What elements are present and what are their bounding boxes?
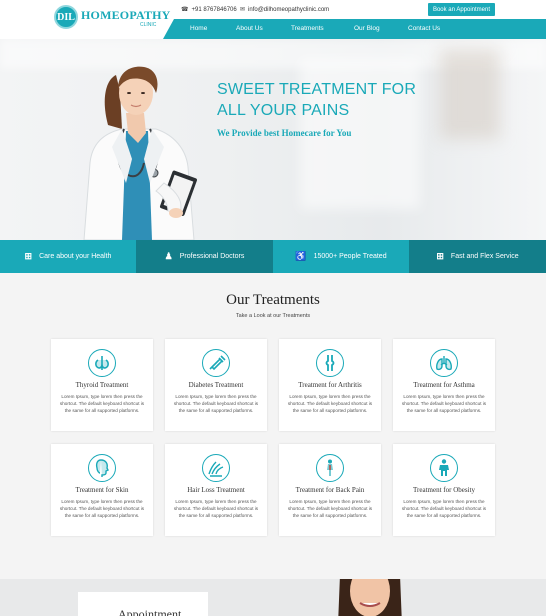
card-description: Lorem Ipsum, type lorem then press the s… [59,499,145,518]
section-title: Our Treatments [226,292,320,308]
hair-icon [202,454,230,482]
site-header: DIL HOMEOPATHY CLINIC ☎ +91 8767846706 ✉… [0,0,546,39]
receptionist-image [338,579,402,616]
card-title: Treatment for Arthritis [298,381,362,389]
card-title: Thyroid Treatment [75,381,129,389]
card-description: Lorem Ipsum, type lorem then press the s… [173,394,259,413]
card-title: Treatment for Back Pain [295,486,365,494]
card-title: Diabetes Treatment [188,381,244,389]
phone-contact[interactable]: ☎ +91 8767846706 [181,6,237,14]
card-title: Treatment for Skin [75,486,129,494]
logo-badge: DIL [54,5,78,29]
appointment-section: Appointment [0,579,546,616]
feature-people-treated[interactable]: ♿ 15000+ People Treated [273,240,409,273]
card-description: Lorem Ipsum, type lorem then press the s… [287,394,373,413]
envelope-icon: ✉ [240,7,246,13]
nav-home[interactable]: Home [190,25,207,32]
treatment-card-skin[interactable]: Treatment for Skin Lorem Ipsum, type lor… [51,444,153,536]
phone-number: +91 8767846706 [191,6,237,13]
appointment-heading: Appointment [118,607,182,616]
hero-subtitle: We Provide best Homecare for You [217,128,352,138]
logo-subtitle: CLINIC [140,22,157,28]
phone-icon: ☎ [181,7,189,13]
section-subtitle: Take a Look at our Treatments [235,313,311,319]
logo-name: HOMEOPATHY [81,8,171,22]
doctor-image [83,66,197,240]
syringe-icon [202,349,230,377]
knee-joint-icon [316,349,344,377]
card-description: Lorem Ipsum, type lorem then press the s… [401,394,487,413]
feature-strip: ⊞ Care about your Health ♟ Professional … [0,240,546,273]
email-contact[interactable]: ✉ info@dilhomeopathyclinic.com [240,6,330,14]
face-profile-icon [88,454,116,482]
plus-square-icon: ⊞ [436,251,444,261]
wheelchair-icon: ♿ [295,251,307,261]
email-address: info@dilhomeopathyclinic.com [248,6,330,13]
card-title: Treatment for Asthma [413,381,475,389]
hero-title: SWEET TREATMENT FOR ALL YOUR PAINS [217,81,417,119]
hero-banner: SWEET TREATMENT FOR ALL YOUR PAINS We Pr… [0,39,546,240]
feature-professional-doctors[interactable]: ♟ Professional Doctors [136,240,273,273]
card-description: Lorem Ipsum, type lorem then press the s… [287,499,373,518]
user-doctor-icon: ♟ [164,251,173,261]
card-description: Lorem Ipsum, type lorem then press the s… [401,499,487,518]
obesity-icon [430,454,458,482]
logo[interactable]: DIL HOMEOPATHY CLINIC [54,5,170,35]
thyroid-icon [88,349,116,377]
nav-about-us[interactable]: About Us [236,25,263,32]
treatment-card-thyroid[interactable]: Thyroid Treatment Lorem Ipsum, type lore… [51,339,153,431]
nav-our-blog[interactable]: Our Blog [354,25,380,32]
treatment-card-diabetes[interactable]: Diabetes Treatment Lorem Ipsum, type lor… [165,339,267,431]
card-description: Lorem Ipsum, type lorem then press the s… [173,499,259,518]
treatment-card-arthritis[interactable]: Treatment for Arthritis Lorem Ipsum, typ… [279,339,381,431]
feature-fast-service[interactable]: ⊞ Fast and Flex Service [409,240,546,273]
feature-label: 15000+ People Treated [313,253,387,260]
card-description: Lorem Ipsum, type lorem then press the s… [59,394,145,413]
back-pain-icon [316,454,344,482]
treatment-card-obesity[interactable]: Treatment for Obesity Lorem Ipsum, type … [393,444,495,536]
lungs-icon [430,349,458,377]
feature-label: Fast and Flex Service [450,253,519,260]
main-nav: Home About Us Treatments Our Blog Contac… [163,19,546,39]
nav-contact-us[interactable]: Contact Us [408,25,440,32]
book-appointment-button[interactable]: Book an Appointment [428,3,495,16]
treatment-card-back-pain[interactable]: Treatment for Back Pain Lorem Ipsum, typ… [279,444,381,536]
plus-square-icon: ⊞ [24,251,33,261]
treatment-card-hair-loss[interactable]: Hair Loss Treatment Lorem Ipsum, type lo… [165,444,267,536]
card-title: Treatment for Obesity [413,486,475,494]
hero-cabinet-blur [440,49,500,139]
feature-label: Professional Doctors [179,253,245,260]
nav-treatments[interactable]: Treatments [291,25,324,32]
treatment-card-asthma[interactable]: Treatment for Asthma Lorem Ipsum, type l… [393,339,495,431]
feature-care-health[interactable]: ⊞ Care about your Health [0,240,136,273]
card-title: Hair Loss Treatment [187,486,245,494]
feature-label: Care about your Health [39,253,112,260]
